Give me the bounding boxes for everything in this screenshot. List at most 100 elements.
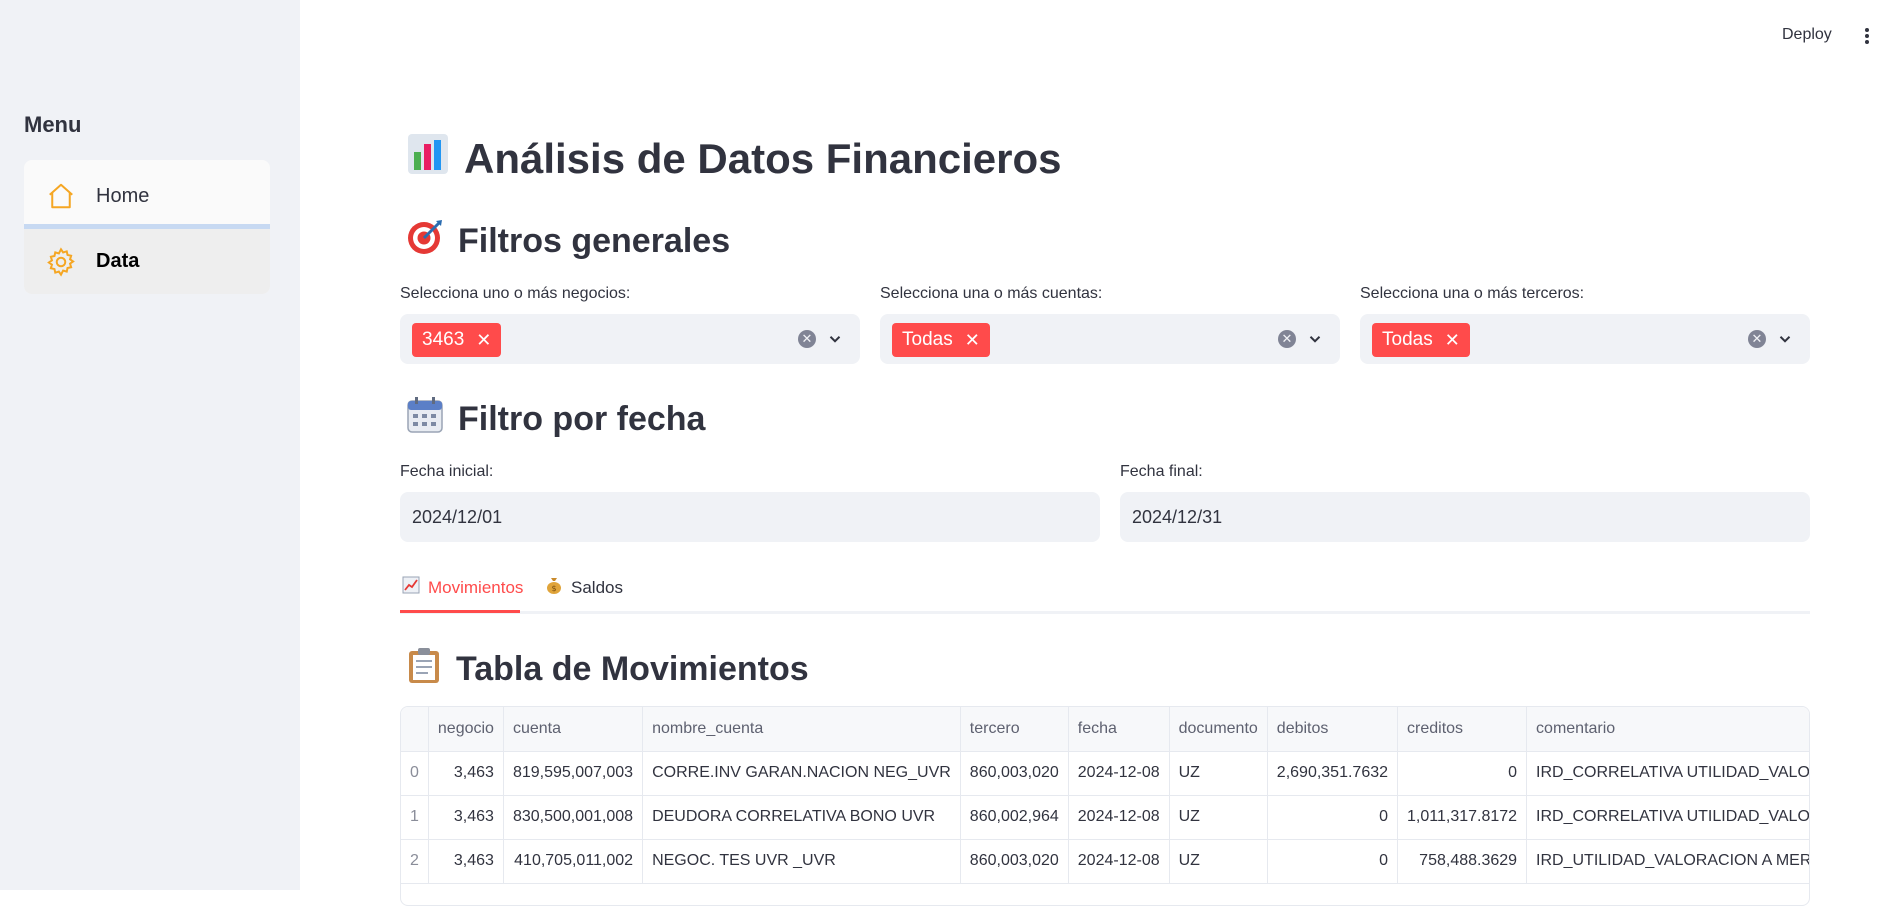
sidebar-title: Menu <box>24 112 82 137</box>
chip-label: 3463 <box>422 329 465 350</box>
sidebar-item-label: Home <box>96 184 150 207</box>
cell-comentario[interactable]: IRD_CORRELATIVA UTILIDAD_VALORACION <box>1526 795 1809 840</box>
tab-label: Movimientos <box>428 577 524 597</box>
cell-creditos[interactable]: 1,011,317.8172 <box>1397 795 1528 840</box>
sidebar-item-label: Data <box>96 250 140 272</box>
deploy-button[interactable]: Deploy <box>1782 26 1832 44</box>
row-index: 0 <box>401 751 429 796</box>
chip-label: Todas <box>902 329 953 350</box>
bar-chart-icon <box>406 132 450 186</box>
cell-negocio[interactable]: 3,463 <box>428 751 504 796</box>
row-index: 2 <box>401 839 429 884</box>
sidebar-item-data[interactable]: Data <box>24 224 270 294</box>
chart-increasing-icon <box>402 576 420 599</box>
table-heading: Tabla de Movimientos <box>406 646 809 693</box>
start-date-label: Fecha inicial: <box>400 463 494 480</box>
third-parties-filter-label: Selecciona una o más terceros: <box>1360 285 1585 302</box>
cell-cuenta[interactable]: 410,705,011,002 <box>503 839 644 884</box>
date-filter-heading-text: Filtro por fecha <box>458 400 706 438</box>
table-row[interactable]: 2 3,463 410,705,011,002 NEGOC. TES UVR _… <box>401 839 1809 884</box>
cell-tercero[interactable]: 860,003,020 <box>960 751 1069 796</box>
target-icon <box>406 218 444 265</box>
clear-icon[interactable]: ✕ <box>1748 330 1766 348</box>
business-filter-label: Selecciona uno o más negocios: <box>400 285 631 302</box>
cell-nombre-cuenta[interactable]: NEGOC. TES UVR _UVR <box>642 839 961 884</box>
cell-debitos[interactable]: 0 <box>1267 839 1399 884</box>
cell-tercero[interactable]: 860,002,964 <box>960 795 1069 840</box>
remove-chip-icon[interactable]: ✕ <box>476 330 491 351</box>
table-header-row: negocio cuenta nombre_cuenta tercero fec… <box>401 707 1809 752</box>
sidebar-menu: Home Data <box>24 160 270 294</box>
cell-negocio[interactable]: 3,463 <box>428 839 504 884</box>
chip-label: Todas <box>1382 329 1433 350</box>
house-icon <box>44 179 78 213</box>
cell-documento[interactable]: UZ <box>1169 795 1268 840</box>
gear-icon <box>44 245 78 279</box>
selected-chip: 3463 ✕ <box>412 323 502 357</box>
business-multiselect[interactable]: 3463 ✕ ✕ <box>400 314 860 364</box>
cell-comentario[interactable]: IRD_UTILIDAD_VALORACION A MERCADO <box>1526 839 1809 884</box>
cell-fecha[interactable]: 2024-12-08 <box>1068 795 1170 840</box>
column-header-creditos[interactable]: creditos <box>1397 707 1528 752</box>
chevron-down-icon[interactable] <box>1306 330 1324 348</box>
cell-debitos[interactable]: 2,690,351.7632 <box>1267 751 1399 796</box>
clear-icon[interactable]: ✕ <box>798 330 816 348</box>
sidebar-item-home[interactable]: Home <box>24 164 270 228</box>
table-row[interactable]: 1 3,463 830,500,001,008 DEUDORA CORRELAT… <box>401 795 1809 840</box>
column-header-comentario[interactable]: comentario <box>1526 707 1809 752</box>
selected-chip: Todas ✕ <box>892 323 990 357</box>
cell-comentario[interactable]: IRD_CORRELATIVA UTILIDAD_VALORACION <box>1526 751 1809 796</box>
cell-nombre-cuenta[interactable]: DEUDORA CORRELATIVA BONO UVR <box>642 795 961 840</box>
tab-label: Saldos <box>571 577 623 597</box>
clear-icon[interactable]: ✕ <box>1278 330 1296 348</box>
cell-negocio[interactable]: 3,463 <box>428 795 504 840</box>
third-parties-multiselect[interactable]: Todas ✕ ✕ <box>1360 314 1810 364</box>
accounts-filter-label: Selecciona una o más cuentas: <box>880 285 1103 302</box>
column-header-negocio[interactable]: negocio <box>428 707 504 752</box>
filters-heading: Filtros generales <box>406 218 730 265</box>
start-date-input[interactable]: 2024/12/01 <box>400 492 1100 542</box>
selected-chip: Todas ✕ <box>1372 323 1470 357</box>
cell-nombre-cuenta[interactable]: CORRE.INV GARAN.NACION NEG_UVR <box>642 751 961 796</box>
page-title-text: Análisis de Datos Financieros <box>464 135 1062 182</box>
cell-debitos[interactable]: 0 <box>1267 795 1399 840</box>
table-heading-text: Tabla de Movimientos <box>456 650 809 688</box>
table-row[interactable]: 0 3,463 819,595,007,003 CORRE.INV GARAN.… <box>401 751 1809 796</box>
remove-chip-icon[interactable]: ✕ <box>965 330 980 351</box>
date-filter-heading: Filtro por fecha <box>406 396 705 443</box>
accounts-multiselect[interactable]: Todas ✕ ✕ <box>880 314 1340 364</box>
sidebar: Menu Home Data <box>0 0 300 890</box>
svg-text:$: $ <box>551 584 556 593</box>
tabs: Movimientos $ Saldos <box>400 570 1810 614</box>
end-date-label: Fecha final: <box>1120 463 1203 480</box>
money-bag-icon: $ <box>545 576 563 599</box>
column-header-cuenta[interactable]: cuenta <box>503 707 644 752</box>
column-header-fecha[interactable]: fecha <box>1068 707 1170 752</box>
end-date-input[interactable]: 2024/12/31 <box>1120 492 1810 542</box>
cell-documento[interactable]: UZ <box>1169 839 1268 884</box>
column-header-tercero[interactable]: tercero <box>960 707 1069 752</box>
cell-documento[interactable]: UZ <box>1169 751 1268 796</box>
chevron-down-icon[interactable] <box>1776 330 1794 348</box>
chevron-down-icon[interactable] <box>826 330 844 348</box>
active-tab-indicator <box>400 610 520 613</box>
clipboard-icon <box>406 646 442 693</box>
cell-cuenta[interactable]: 819,595,007,003 <box>503 751 644 796</box>
tab-saldos[interactable]: $ Saldos <box>545 576 623 599</box>
calendar-icon <box>406 396 444 443</box>
column-header-debitos[interactable]: debitos <box>1267 707 1399 752</box>
column-header-documento[interactable]: documento <box>1169 707 1268 752</box>
cell-creditos[interactable]: 758,488.3629 <box>1397 839 1528 884</box>
column-header-nombre-cuenta[interactable]: nombre_cuenta <box>642 707 961 752</box>
cell-tercero[interactable]: 860,003,020 <box>960 839 1069 884</box>
more-options-icon[interactable] <box>1862 26 1872 46</box>
cell-cuenta[interactable]: 830,500,001,008 <box>503 795 644 840</box>
tab-movimientos[interactable]: Movimientos <box>402 576 523 599</box>
cell-creditos[interactable]: 0 <box>1397 751 1528 796</box>
movements-table[interactable]: negocio cuenta nombre_cuenta tercero fec… <box>400 706 1810 906</box>
remove-chip-icon[interactable]: ✕ <box>1445 330 1460 351</box>
filters-heading-text: Filtros generales <box>458 222 731 260</box>
cell-fecha[interactable]: 2024-12-08 <box>1068 751 1170 796</box>
cell-fecha[interactable]: 2024-12-08 <box>1068 839 1170 884</box>
column-header-index[interactable] <box>401 707 429 752</box>
